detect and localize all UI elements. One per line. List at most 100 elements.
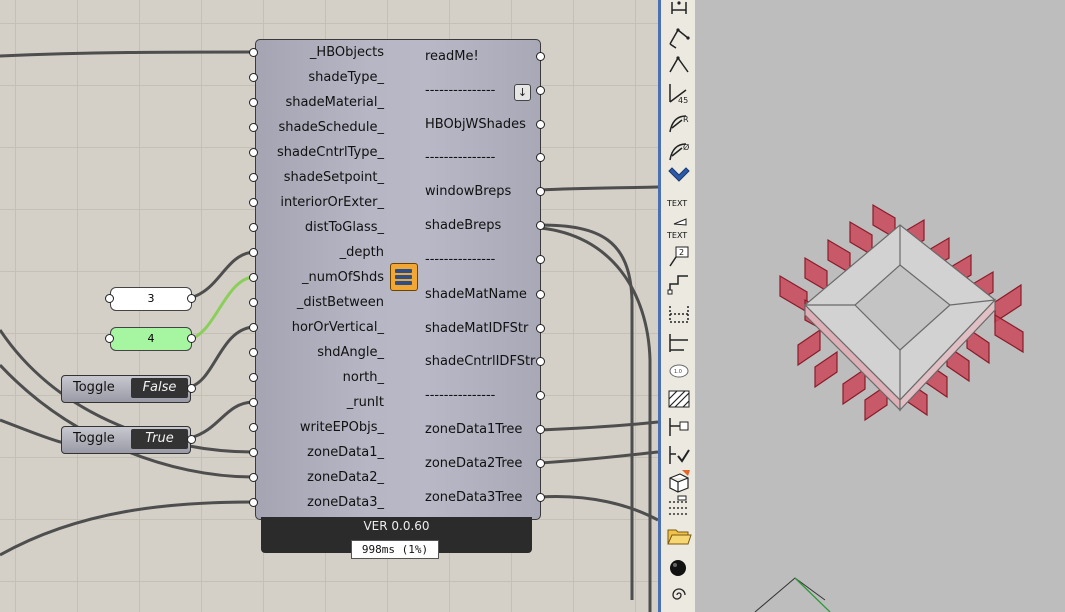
input-hororvertical: horOrVertical_ [291,320,384,335]
output-grip[interactable] [536,324,545,333]
output-grip[interactable] [536,86,545,95]
panel-value: 4 [147,332,155,345]
number-panel-3[interactable]: 3 [110,287,192,311]
diameter-dimension-icon[interactable]: Ø [666,138,692,164]
input-writeepobjs: writeEPObjs_ [299,420,384,435]
input-grip[interactable] [249,423,258,432]
input-grip[interactable] [249,248,258,257]
input-grip[interactable] [249,198,258,207]
dotted-lines-icon[interactable] [666,494,692,520]
annotation-toolbar: 45 R Ø TEXT TEXT 2 1.0 [658,0,699,612]
svg-text:1.0: 1.0 [674,369,682,375]
input-grip[interactable] [249,348,258,357]
output-windowbreps: windowBreps [425,184,512,199]
input-grip[interactable] [249,73,258,82]
toggle-value[interactable]: False [131,378,188,398]
input-grip[interactable] [249,448,258,457]
check-leader-icon[interactable] [666,442,692,468]
input-distbetween: _distBetween [296,295,384,310]
number-panel-4[interactable]: 4 [110,327,192,351]
toggle-false-grip[interactable] [187,384,196,393]
wire-zone3 [0,500,254,557]
sphere-icon[interactable] [666,554,692,580]
input-grip[interactable] [249,48,258,57]
output-grip[interactable] [536,493,545,502]
input-grip[interactable] [249,173,258,182]
output-grip[interactable] [536,357,545,366]
output-shadebreps: shadeBreps [425,218,502,233]
output-zonedata1tree: zoneData1Tree [425,422,523,437]
panel-value: 3 [147,292,155,305]
timing-tooltip: 998ms (1%) [351,540,439,559]
input-grip[interactable] [249,498,258,507]
input-grip[interactable] [249,473,258,482]
output-grip[interactable] [536,425,545,434]
dimension-icon[interactable] [666,0,692,26]
hatch-icon[interactable] [666,386,692,412]
input-shadematerial: shadeMaterial_ [285,95,384,110]
output-grip[interactable] [536,459,545,468]
wire-zonetree2 [539,450,658,465]
rhino-viewport[interactable] [695,0,1065,612]
output-grip[interactable] [536,187,545,196]
open-folder-icon[interactable] [666,522,692,548]
output-grip[interactable] [536,120,545,129]
output-grip[interactable] [536,391,545,400]
input-grip[interactable] [249,323,258,332]
input-shdangle: shdAngle_ [317,345,384,360]
output-shadematname: shadeMatName [425,287,527,302]
svg-text:TEXT: TEXT [666,231,687,240]
svg-text:45: 45 [678,96,688,105]
input-hbobjects: _HBObjects [309,45,384,60]
wire-leader-icon[interactable] [666,414,692,440]
linear-dimension-icon[interactable] [666,300,692,326]
radius-dimension-icon[interactable]: R [666,110,692,136]
leader-number-icon[interactable]: 2 [666,244,692,270]
input-disttoglass: distToGlass_ [304,220,384,235]
input-numofshds: _numOfShds [302,270,384,285]
toggle-true[interactable]: Toggle True [61,426,191,454]
input-zonedata1: zoneData1_ [307,445,384,460]
output-grip[interactable] [536,221,545,230]
output-grip[interactable] [536,52,545,61]
annotation-dot-icon[interactable]: 1.0 [666,358,692,384]
panel-3-right-grip[interactable] [187,294,196,303]
box-edit-icon[interactable] [666,468,692,494]
panel-3-output-grip[interactable] [105,294,114,303]
input-grip[interactable] [249,373,258,382]
output-separator-1: --------------- [425,83,496,98]
input-grip[interactable] [249,223,258,232]
toggle-label: Toggle [73,380,115,395]
input-grip[interactable] [249,148,258,157]
angle-45-icon[interactable]: 45 [666,80,692,106]
swirl-icon[interactable] [666,582,692,608]
ordinate-dimension-icon[interactable] [666,330,692,356]
input-grip[interactable] [249,273,258,282]
toggle-true-grip[interactable] [187,435,196,444]
angle-dimension-icon[interactable] [666,52,692,78]
grasshopper-canvas[interactable]: 3 4 Toggle False Toggle True ↓ _HBObject… [0,0,658,612]
panel-4-output-grip[interactable] [105,334,114,343]
down-arrow-icon[interactable]: ↓ [514,84,531,101]
output-grip[interactable] [536,153,545,162]
panel-4-right-grip[interactable] [187,334,196,343]
output-grip[interactable] [536,255,545,264]
input-grip[interactable] [249,398,258,407]
output-separator-3: --------------- [425,252,496,267]
output-separator-2: --------------- [425,150,496,165]
toggle-value[interactable]: True [131,429,188,449]
input-grip[interactable] [249,98,258,107]
input-shadeschedule: shadeSchedule_ [278,120,384,135]
output-separator-4: --------------- [425,388,496,403]
output-grip[interactable] [536,290,545,299]
text-icon[interactable]: TEXT [666,190,692,216]
input-grip[interactable] [249,298,258,307]
input-shadecntrltype: shadeCntrlType_ [277,145,384,160]
input-grip[interactable] [249,123,258,132]
chevron-down-icon[interactable] [666,163,692,189]
aligned-dimension-icon[interactable] [666,24,692,50]
toggle-false[interactable]: Toggle False [61,375,191,403]
leader-icon[interactable] [666,270,692,296]
input-runit: _runIt [346,395,384,410]
text-dot-icon[interactable]: TEXT [666,216,692,242]
